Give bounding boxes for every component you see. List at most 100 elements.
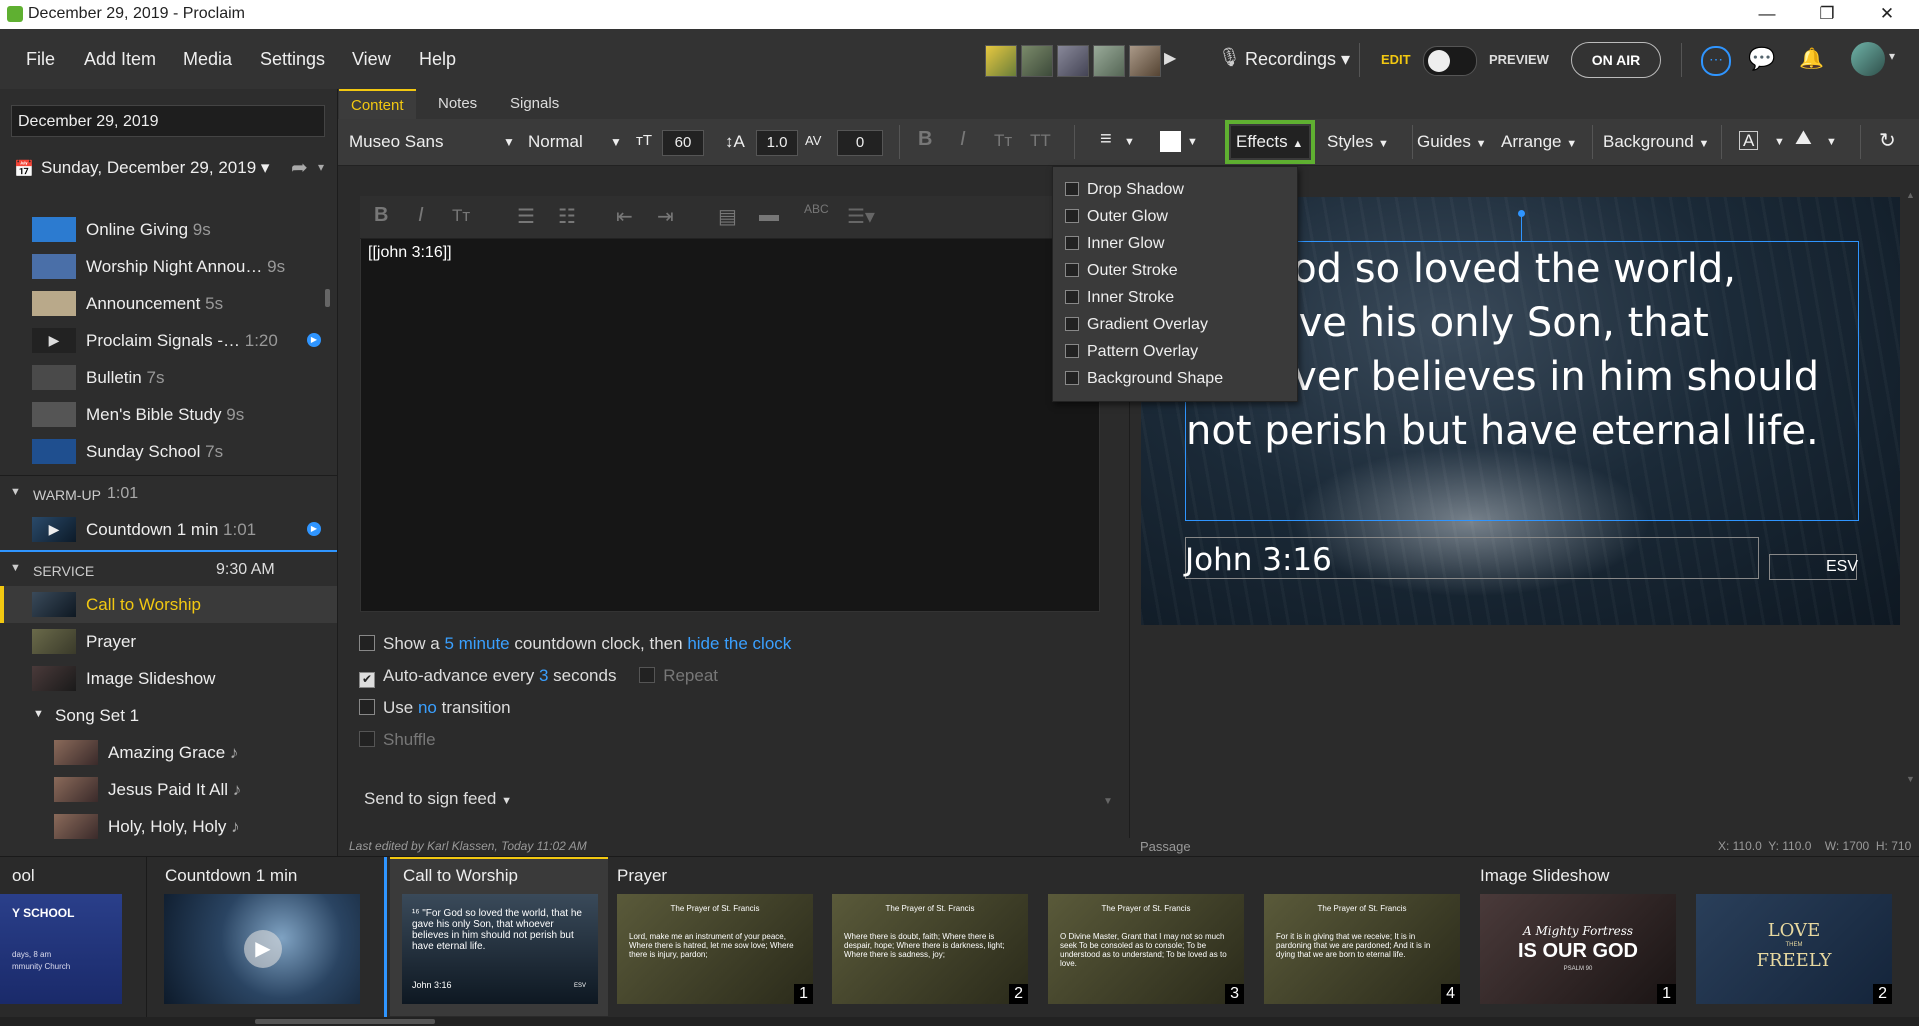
spell-check-icon[interactable]: ABC xyxy=(804,202,829,216)
effect-inner-glow[interactable]: Inner Glow xyxy=(1065,235,1164,253)
list-item[interactable]: Announcement 5s xyxy=(0,285,337,322)
hide-clock-link[interactable]: hide the clock xyxy=(687,634,791,653)
text-color-swatch[interactable] xyxy=(1160,131,1181,152)
list-item[interactable]: Jesus Paid It All ♪ xyxy=(0,771,337,808)
countdown-duration-link[interactable]: 5 minute xyxy=(444,634,509,653)
slide-thumbnail[interactable]: The Prayer of St. Francis Lord, make me … xyxy=(617,894,813,1004)
on-air-button[interactable]: ON AIR xyxy=(1571,42,1661,78)
effect-inner-stroke[interactable]: Inner Stroke xyxy=(1065,289,1174,307)
participant-avatar[interactable] xyxy=(1129,45,1161,77)
share-icon[interactable]: ➦ xyxy=(291,155,308,180)
repeat-checkbox[interactable] xyxy=(639,667,656,683)
all-caps-icon[interactable]: TT xyxy=(1030,131,1051,151)
section-header-warmup[interactable]: ▼ WARM-UP 1:01 xyxy=(0,475,337,512)
chevron-down-icon[interactable]: ▼ xyxy=(1187,136,1198,148)
checkbox[interactable] xyxy=(1065,290,1079,304)
slide-content-text[interactable]: [[john 3:16]] xyxy=(368,244,452,262)
slide-thumbnail[interactable]: ¹⁶ "For God so loved the world, that he … xyxy=(402,894,598,1004)
tab-content[interactable]: Content xyxy=(339,89,416,121)
slide-thumbnail[interactable]: The Prayer of St. Francis For it is in g… xyxy=(1264,894,1460,1004)
scrollbar-thumb[interactable] xyxy=(255,1019,435,1024)
indent-icon[interactable]: ⇥ xyxy=(657,204,674,229)
list-item[interactable]: Sunday School 7s xyxy=(0,433,337,470)
rotate-handle-dot[interactable] xyxy=(1518,210,1525,217)
bullet-list-icon[interactable]: ☰ xyxy=(517,204,535,229)
chevron-down-icon[interactable]: ▼ xyxy=(1124,136,1135,148)
list-item[interactable]: Amazing Grace ♪ xyxy=(0,734,337,771)
menu-settings[interactable]: Settings xyxy=(260,49,325,70)
effects-button[interactable]: Effects ▲ xyxy=(1231,126,1309,158)
effect-pattern-overlay[interactable]: Pattern Overlay xyxy=(1065,343,1198,361)
font-weight-select[interactable]: Normal xyxy=(528,132,583,152)
chevron-down-icon[interactable]: ▼ xyxy=(1826,136,1837,148)
font-size-input[interactable]: 60 xyxy=(662,130,704,156)
bold-icon[interactable]: B xyxy=(918,128,932,151)
italic-icon[interactable]: I xyxy=(960,128,966,151)
chevron-down-icon[interactable]: ▼ xyxy=(503,135,515,149)
small-caps-icon[interactable]: Tт xyxy=(994,131,1012,151)
participant-avatar[interactable] xyxy=(1093,45,1125,77)
bold-icon[interactable]: B xyxy=(374,204,388,227)
close-button[interactable]: ✕ xyxy=(1857,0,1917,29)
chevron-down-icon[interactable]: ▼ xyxy=(1906,774,1915,784)
chevron-up-icon[interactable]: ▲ xyxy=(1906,190,1915,200)
tab-notes[interactable]: Notes xyxy=(426,89,489,119)
chevron-down-icon[interactable]: ▼ xyxy=(610,135,622,149)
list-item[interactable]: Online Giving 9s xyxy=(0,211,337,248)
list-item[interactable]: Worship Night Annou… 9s xyxy=(0,248,337,285)
paragraph-spacing-icon[interactable]: ▤ xyxy=(718,204,737,229)
menu-help[interactable]: Help xyxy=(419,49,456,70)
align-left-icon[interactable]: ≡ xyxy=(1100,128,1112,151)
service-date-selector[interactable]: Sunday, December 29, 2019 ▾ xyxy=(41,158,269,178)
date-field[interactable]: December 29, 2019 xyxy=(11,105,325,137)
more-format-icon[interactable]: ☰▾ xyxy=(847,204,875,229)
more-options-icon[interactable]: ⋯ xyxy=(1701,46,1731,76)
list-item[interactable]: ▶ Countdown 1 min 1:01 ▶ xyxy=(0,511,337,548)
list-item[interactable]: Prayer xyxy=(0,623,337,660)
checkbox[interactable] xyxy=(1065,182,1079,196)
checkbox[interactable] xyxy=(1065,344,1079,358)
guides-menu[interactable]: Guides ▼ xyxy=(1417,132,1487,152)
autoadvance-checkbox[interactable]: ✔ xyxy=(359,672,375,688)
chevron-down-icon[interactable]: ▾ xyxy=(1889,49,1895,63)
menu-file[interactable]: File xyxy=(26,49,55,70)
slide-thumbnail[interactable]: The Prayer of St. Francis O Divine Maste… xyxy=(1048,894,1244,1004)
effect-outer-glow[interactable]: Outer Glow xyxy=(1065,208,1168,226)
edit-preview-toggle[interactable] xyxy=(1423,46,1477,76)
list-item[interactable]: Image Slideshow xyxy=(0,660,337,697)
list-item[interactable]: ▶ Proclaim Signals -… 1:20 ▶ xyxy=(0,322,337,359)
section-header-service[interactable]: ▼ SERVICE 9:30 AM xyxy=(0,550,337,588)
line-height-input[interactable]: 1.0 xyxy=(756,130,798,156)
countdown-checkbox[interactable] xyxy=(359,635,375,651)
effect-gradient-overlay[interactable]: Gradient Overlay xyxy=(1065,316,1208,334)
tracking-input[interactable]: 0 xyxy=(837,130,883,156)
tab-signals[interactable]: Signals xyxy=(498,89,571,119)
chevron-down-icon[interactable]: ▼ xyxy=(10,486,21,498)
menu-media[interactable]: Media xyxy=(183,49,232,70)
chat-icon[interactable]: 💬 xyxy=(1748,46,1775,72)
chevron-down-icon[interactable]: ▼ xyxy=(10,562,21,574)
shuffle-checkbox[interactable] xyxy=(359,731,375,747)
rotate-handle[interactable] xyxy=(1521,213,1522,241)
notifications-bell-icon[interactable]: 🔔 xyxy=(1799,46,1824,71)
reset-icon[interactable]: ↻ xyxy=(1879,128,1896,153)
chevron-down-icon[interactable]: ▼ xyxy=(33,708,44,720)
recordings-menu[interactable]: Recordings ▾ xyxy=(1245,49,1350,70)
slide-thumbnail[interactable]: ▶ xyxy=(164,894,360,1004)
numbered-list-icon[interactable]: ☷ xyxy=(558,204,576,229)
reference-text[interactable]: John 3:16 xyxy=(1185,542,1332,578)
slide-thumbnail[interactable]: A Mighty Fortress IS OUR GOD PSALM 90 1 xyxy=(1480,894,1676,1004)
user-avatar[interactable] xyxy=(1851,42,1885,76)
arrange-menu[interactable]: Arrange ▼ xyxy=(1501,132,1577,152)
list-item-selected[interactable]: Call to Worship xyxy=(0,586,337,623)
checkbox[interactable] xyxy=(1065,263,1079,277)
font-family-select[interactable]: Museo Sans xyxy=(349,132,444,152)
effect-background-shape[interactable]: Background Shape xyxy=(1065,370,1223,388)
styles-menu[interactable]: Styles ▼ xyxy=(1327,132,1389,152)
play-icon[interactable]: ▶ xyxy=(244,930,282,968)
participant-avatar[interactable] xyxy=(985,45,1017,77)
restore-button[interactable]: ❐ xyxy=(1797,0,1857,29)
transition-checkbox[interactable] xyxy=(359,699,375,715)
list-item[interactable]: Bulletin 7s xyxy=(0,359,337,396)
chevron-down-icon[interactable]: ▼ xyxy=(1103,796,1113,807)
